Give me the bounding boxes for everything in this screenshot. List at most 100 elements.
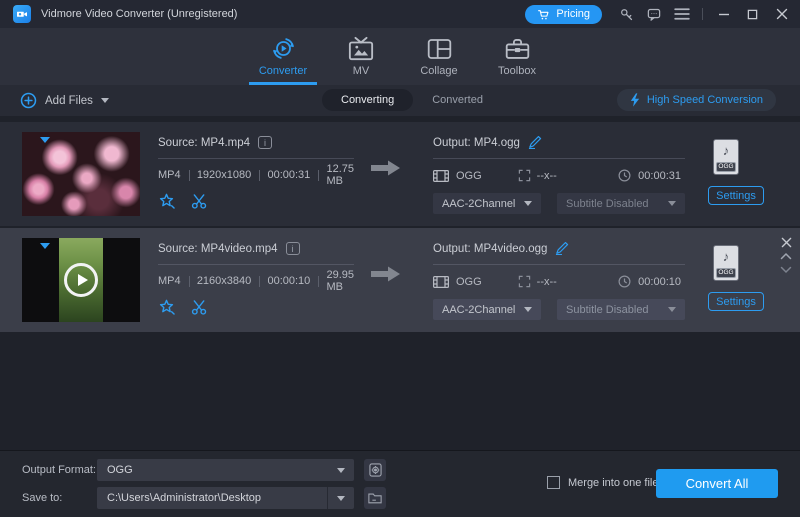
divider (433, 158, 685, 159)
output-resolution: --x-- (537, 170, 557, 182)
bottom-bar: Output Format: OGG Save to: C:\Users\Adm… (0, 450, 800, 517)
title-bar: Vidmore Video Converter (Unregistered) P… (0, 0, 800, 28)
convert-direction-arrow-icon (371, 265, 401, 288)
subtitle-value: Subtitle Disabled (566, 304, 649, 316)
convert-direction-arrow-icon (371, 159, 401, 182)
tab-converter-label: Converter (259, 65, 307, 77)
tab-mv-label: MV (353, 65, 370, 77)
chevron-down-icon (668, 307, 676, 312)
tab-toolbox-label: Toolbox (498, 65, 536, 77)
rename-pencil-icon[interactable] (555, 242, 569, 255)
file-row-2[interactable]: Source: MP4video.mp4 i MP4 2160x3840 00:… (0, 228, 800, 332)
chevron-down-icon (524, 201, 532, 206)
move-up-icon[interactable] (778, 249, 794, 263)
output-format: OGG (456, 170, 482, 182)
move-down-icon[interactable] (778, 263, 794, 277)
video-thumbnail-2[interactable] (22, 238, 140, 322)
open-folder-button[interactable] (364, 487, 386, 509)
remove-file-icon[interactable] (778, 235, 794, 249)
high-speed-label: High Speed Conversion (647, 94, 763, 106)
register-key-icon[interactable] (618, 6, 634, 22)
tab-collage[interactable]: Collage (400, 28, 478, 85)
source-resolution: 1920x1080 (197, 169, 251, 181)
output-format-select[interactable]: OGG (97, 459, 354, 481)
pricing-button[interactable]: Pricing (525, 5, 602, 24)
tab-converter[interactable]: Converter (244, 28, 322, 85)
converting-tab[interactable]: Converting (322, 89, 413, 111)
audio-format-select[interactable]: AAC-2Channel (433, 299, 541, 320)
add-files-label: Add Files (45, 95, 93, 107)
main-nav: Converter MV Collage (0, 28, 800, 85)
source-info-2: Source: MP4video.mp4 i MP4 2160x3840 00:… (158, 240, 354, 315)
cart-icon (537, 8, 550, 21)
resolution-icon (518, 275, 531, 288)
settings-label: Settings (716, 190, 756, 202)
minimize-button[interactable] (716, 7, 731, 22)
add-files-caret-icon[interactable] (101, 98, 109, 103)
film-icon (433, 170, 449, 182)
menu-icon[interactable] (674, 6, 690, 22)
converted-tab[interactable]: Converted (432, 94, 483, 106)
cut-scissors-icon[interactable] (191, 300, 208, 315)
convert-all-button[interactable]: Convert All (656, 469, 778, 498)
play-icon[interactable] (64, 263, 98, 297)
output-info-2: Output: MP4video.ogg OGG (433, 240, 685, 320)
source-size: 29.95 MB (326, 269, 354, 293)
profile-dropdown-caret-icon[interactable] (40, 243, 50, 249)
edit-effects-icon[interactable] (158, 299, 175, 315)
file-row-1[interactable]: Source: MP4.mp4 i MP4 1920x1080 00:00:31… (0, 122, 800, 226)
source-info-1: Source: MP4.mp4 i MP4 1920x1080 00:00:31… (158, 134, 354, 209)
feedback-icon[interactable] (646, 6, 662, 22)
output-profile-icon[interactable]: ♪ OGG (713, 245, 739, 281)
music-note-icon: ♪ (723, 249, 730, 264)
window-title: Vidmore Video Converter (Unregistered) (41, 8, 237, 20)
close-button[interactable] (774, 7, 789, 22)
chevron-down-icon (524, 307, 532, 312)
collage-icon (426, 35, 453, 62)
cut-scissors-icon[interactable] (191, 194, 208, 209)
merge-label: Merge into one file (568, 477, 659, 489)
pricing-label: Pricing (556, 8, 590, 20)
add-files-button[interactable]: Add Files (20, 90, 109, 111)
info-icon[interactable]: i (258, 136, 272, 149)
settings-button[interactable]: Settings (708, 186, 764, 205)
subtitle-select[interactable]: Subtitle Disabled (557, 193, 685, 214)
audio-format-select[interactable]: AAC-2Channel (433, 193, 541, 214)
high-speed-conversion-button[interactable]: High Speed Conversion (617, 89, 776, 111)
add-plus-icon (20, 92, 37, 109)
settings-button[interactable]: Settings (708, 292, 764, 311)
output-filename: Output: MP4.ogg (433, 137, 520, 149)
source-filename: Source: MP4.mp4 (158, 137, 250, 149)
merge-checkbox[interactable] (547, 476, 560, 489)
divider (158, 158, 354, 159)
app-window: Vidmore Video Converter (Unregistered) P… (0, 0, 800, 517)
app-logo-icon (13, 5, 31, 23)
audio-format-value: AAC-2Channel (442, 198, 515, 210)
format-settings-button[interactable] (364, 459, 386, 481)
info-icon[interactable]: i (286, 242, 300, 255)
maximize-button[interactable] (745, 7, 760, 22)
tab-toolbox[interactable]: Toolbox (478, 28, 556, 85)
edit-effects-icon[interactable] (158, 193, 175, 209)
format-badge-label: OGG (716, 162, 736, 172)
profile-dropdown-caret-icon[interactable] (40, 137, 50, 143)
source-resolution: 2160x3840 (197, 275, 251, 287)
output-format-label: Output Format: (22, 459, 96, 481)
converted-label: Converted (432, 94, 483, 106)
video-thumbnail-1[interactable] (22, 132, 140, 216)
tab-mv[interactable]: MV (322, 28, 400, 85)
rename-pencil-icon[interactable] (528, 136, 542, 149)
mv-icon (347, 35, 375, 62)
source-duration: 00:00:31 (267, 169, 310, 181)
settings-label: Settings (716, 296, 756, 308)
output-profile-icon[interactable]: ♪ OGG (713, 139, 739, 175)
divider (158, 264, 354, 265)
save-to-select[interactable]: C:\Users\Administrator\Desktop (97, 487, 354, 509)
lightning-icon (630, 93, 640, 107)
chevron-down-icon (337, 468, 345, 473)
subtitle-select[interactable]: Subtitle Disabled (557, 299, 685, 320)
file-toolbar: Add Files Converting Converted High Spee… (0, 85, 800, 116)
chevron-down-icon (668, 201, 676, 206)
resolution-icon (518, 169, 531, 182)
output-resolution: --x-- (537, 276, 557, 288)
